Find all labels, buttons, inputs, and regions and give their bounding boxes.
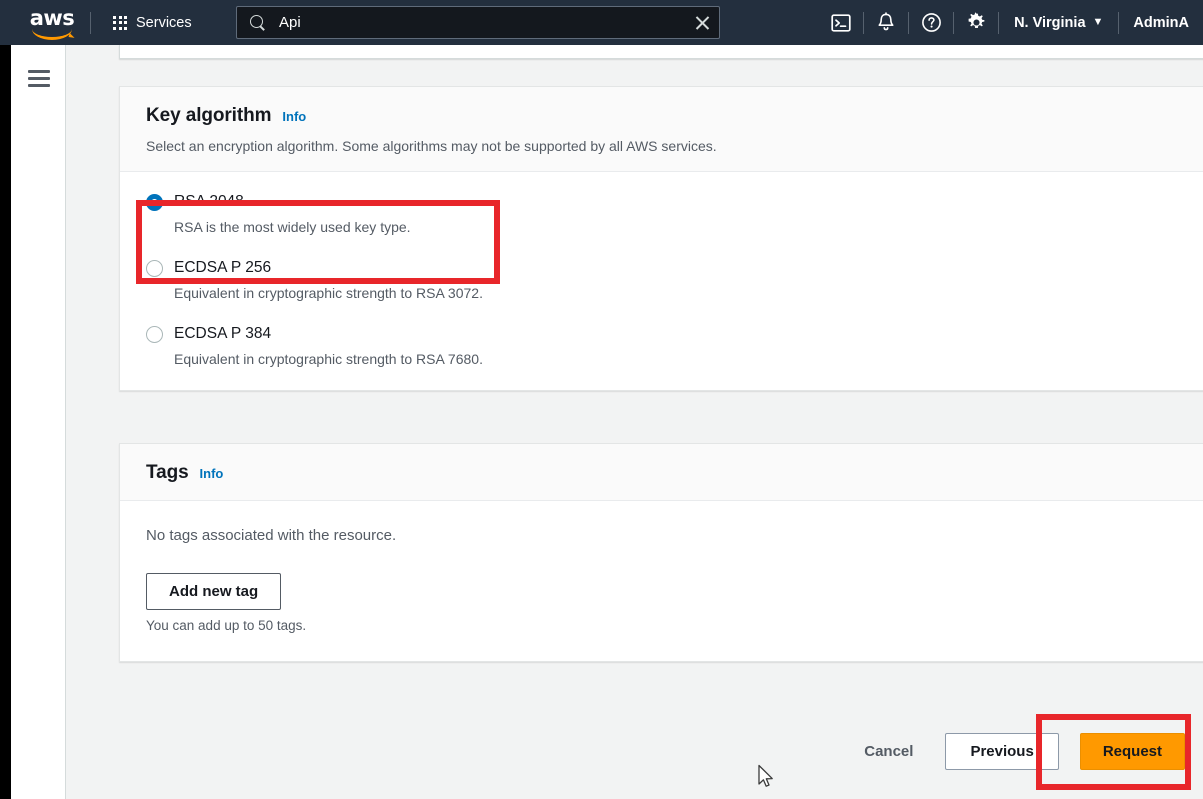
scrolled-panel-above	[119, 45, 1203, 59]
left-black-strip	[0, 45, 11, 799]
radio-description: Equivalent in cryptographic strength to …	[174, 284, 483, 302]
key-algorithm-options: RSA 2048 RSA is the most widely used key…	[120, 172, 1203, 390]
radio-description: Equivalent in cryptographic strength to …	[174, 350, 483, 368]
tags-empty-message: No tags associated with the resource.	[146, 527, 1203, 544]
radio-option-ecdsa-p-384[interactable]: ECDSA P 384 Equivalent in cryptographic …	[146, 324, 1203, 368]
radio-button-selected[interactable]	[146, 194, 163, 211]
aws-logo-smile	[32, 29, 72, 40]
top-navigation-bar: aws Services	[0, 0, 1203, 45]
previous-button[interactable]: Previous	[945, 733, 1058, 770]
account-menu-button[interactable]: AdminA	[1119, 0, 1203, 45]
left-sidebar	[11, 45, 66, 799]
wizard-footer-actions: Cancel Previous Request	[846, 733, 1185, 770]
tags-limit-hint: You can add up to 50 tags.	[146, 618, 1203, 633]
tags-info-link[interactable]: Info	[200, 466, 224, 481]
key-algorithm-card-header: Key algorithm Info Select an encryption …	[120, 87, 1203, 172]
key-algorithm-title: Key algorithm	[146, 105, 271, 127]
notifications-bell-icon[interactable]	[864, 0, 908, 45]
nav-divider	[90, 12, 91, 34]
radio-option-rsa-2048[interactable]: RSA 2048 RSA is the most widely used key…	[146, 192, 1203, 236]
chevron-down-icon: ▼	[1093, 17, 1104, 28]
radio-label: RSA 2048	[174, 192, 411, 212]
grid-apps-icon	[113, 16, 127, 30]
services-label: Services	[136, 15, 192, 31]
aws-logo-text: aws	[24, 8, 80, 28]
account-label: AdminA	[1133, 15, 1189, 31]
aws-logo[interactable]: aws	[24, 8, 80, 38]
request-button[interactable]: Request	[1080, 733, 1185, 770]
tags-card-header: Tags Info	[120, 444, 1203, 501]
radio-option-ecdsa-p-256[interactable]: ECDSA P 256 Equivalent in cryptographic …	[146, 258, 1203, 302]
cancel-button[interactable]: Cancel	[846, 733, 931, 770]
services-menu-button[interactable]: Services	[99, 0, 206, 45]
aws-console-page: aws Services	[0, 0, 1203, 799]
tags-card-body: No tags associated with the resource. Ad…	[120, 501, 1203, 661]
radio-label: ECDSA P 256	[174, 258, 483, 278]
tags-card: Tags Info No tags associated with the re…	[119, 443, 1203, 662]
region-selector[interactable]: N. Virginia ▼	[999, 0, 1118, 45]
tags-title: Tags	[146, 462, 189, 484]
hamburger-menu-icon[interactable]	[28, 70, 50, 87]
search-icon	[250, 15, 266, 31]
key-algorithm-card: Key algorithm Info Select an encryption …	[119, 86, 1203, 391]
main-content-area: Key algorithm Info Select an encryption …	[66, 45, 1203, 799]
radio-button[interactable]	[146, 326, 163, 343]
key-algorithm-info-link[interactable]: Info	[282, 109, 306, 124]
global-search-box[interactable]	[236, 6, 720, 39]
close-icon[interactable]	[685, 7, 719, 38]
search-input[interactable]	[279, 14, 685, 31]
top-nav-right-group: N. Virginia ▼ AdminA	[819, 0, 1203, 45]
region-label: N. Virginia	[1014, 15, 1085, 31]
settings-gear-icon[interactable]	[954, 0, 998, 45]
cloudshell-icon[interactable]	[819, 0, 863, 45]
radio-label: ECDSA P 384	[174, 324, 483, 344]
help-question-icon[interactable]	[909, 0, 953, 45]
add-new-tag-button[interactable]: Add new tag	[146, 573, 281, 610]
key-algorithm-description: Select an encryption algorithm. Some alg…	[146, 137, 1203, 155]
radio-description: RSA is the most widely used key type.	[174, 218, 411, 236]
radio-button[interactable]	[146, 260, 163, 277]
